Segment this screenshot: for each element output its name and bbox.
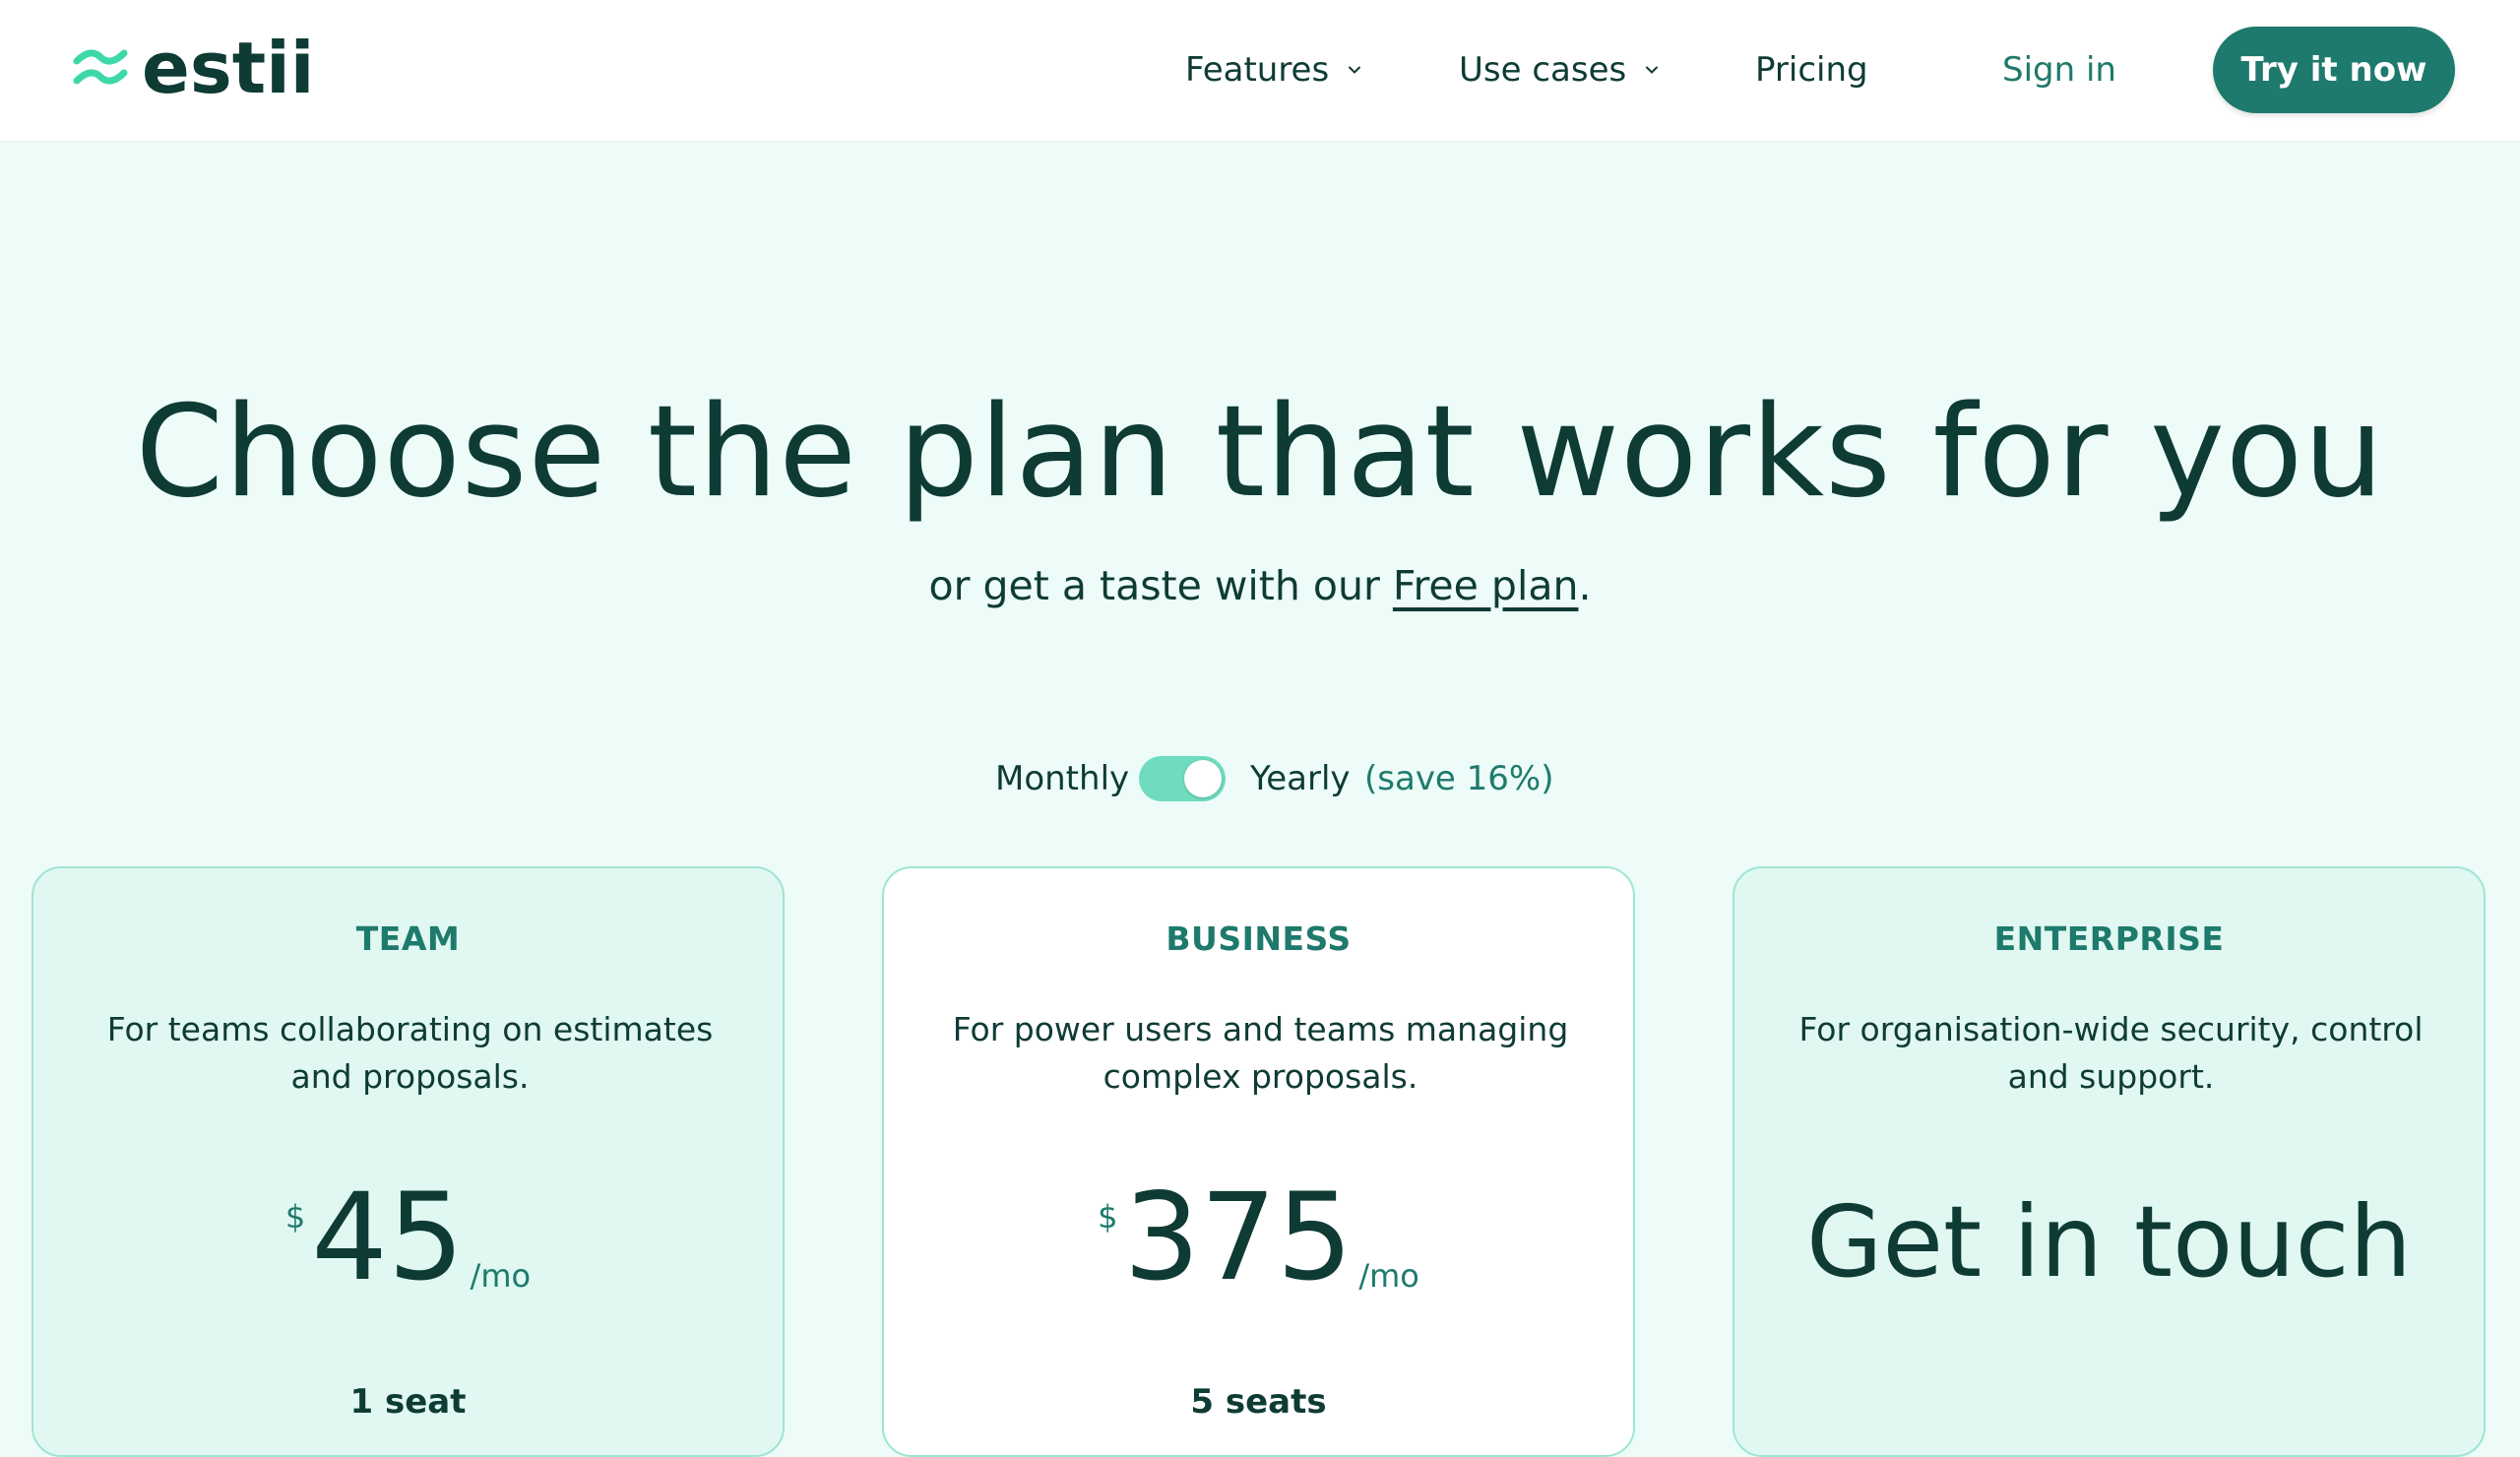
monthly-label[interactable]: Monthly bbox=[995, 757, 1129, 800]
plan-seats: 5 seats bbox=[1190, 1382, 1327, 1422]
nav-features-label: Features bbox=[1185, 50, 1330, 90]
currency-symbol: $ bbox=[284, 1198, 306, 1235]
plan-price: $ 375 /mo bbox=[884, 1168, 1633, 1307]
plan-card-business: BUSINESS For power users and teams manag… bbox=[882, 866, 1635, 1457]
sign-in-link[interactable]: Sign in bbox=[2002, 47, 2116, 93]
free-plan-link[interactable]: Free plan bbox=[1393, 562, 1579, 609]
billing-period-switch: Monthly Yearly (save 16%) bbox=[0, 751, 2520, 806]
chevron-down-icon bbox=[1646, 66, 1659, 74]
plan-name: BUSINESS bbox=[1166, 919, 1352, 958]
currency-symbol: $ bbox=[1098, 1198, 1118, 1235]
plan-price: $ 45 /mo bbox=[33, 1168, 783, 1307]
try-it-now-button[interactable]: Try it now bbox=[2213, 27, 2455, 113]
nav-pricing-label: Pricing bbox=[1755, 50, 1868, 90]
price-amount: 375 bbox=[1123, 1168, 1354, 1307]
plan-seats: 1 seat bbox=[349, 1382, 467, 1422]
toggle-knob bbox=[1184, 760, 1222, 797]
plan-description: For organisation-wide security, control … bbox=[1798, 1010, 2424, 1096]
nav-use-cases-label: Use cases bbox=[1459, 50, 1627, 90]
plan-name: ENTERPRISE bbox=[1993, 919, 2225, 958]
plan-name: TEAM bbox=[355, 919, 461, 958]
plan-card-enterprise: ENTERPRISE For organisation-wide securit… bbox=[1732, 866, 2486, 1457]
price-amount: 45 bbox=[311, 1168, 465, 1307]
try-it-now-label: Try it now bbox=[2240, 50, 2427, 90]
plan-description: For teams collaborating on estimates and… bbox=[106, 1010, 714, 1096]
price-period: /mo bbox=[1358, 1257, 1419, 1295]
wave-logo-icon bbox=[73, 49, 128, 85]
plan-card-team: TEAM For teams collaborating on estimate… bbox=[32, 866, 785, 1457]
get-in-touch-text: Get in touch bbox=[1805, 1184, 2413, 1299]
yearly-savings-badge: (save 16%) bbox=[1364, 759, 1554, 798]
nav-use-cases[interactable]: Use cases bbox=[1459, 47, 1660, 93]
yearly-label[interactable]: Yearly bbox=[1250, 757, 1351, 800]
brand-logo[interactable]: estii bbox=[73, 27, 315, 109]
nav-features[interactable]: Features bbox=[1185, 47, 1362, 93]
page-title: Choose the plan that works for you bbox=[135, 379, 2385, 526]
brand-name: estii bbox=[142, 27, 315, 109]
price-period: /mo bbox=[470, 1257, 532, 1295]
nav-pricing[interactable]: Pricing bbox=[1755, 47, 1868, 93]
subtitle-prefix: or get a taste with our bbox=[928, 562, 1393, 609]
sign-in-label: Sign in bbox=[2002, 50, 2116, 90]
subtitle-suffix: . bbox=[1578, 562, 1592, 609]
billing-toggle[interactable] bbox=[1139, 756, 1226, 801]
page-subtitle: or get a taste with our Free plan. bbox=[0, 556, 2520, 615]
plan-description: For power users and teams managing compl… bbox=[952, 1010, 1569, 1096]
top-navigation: estii Features Use cases Pricing Sign in… bbox=[0, 0, 2520, 141]
chevron-down-icon bbox=[1349, 66, 1361, 74]
